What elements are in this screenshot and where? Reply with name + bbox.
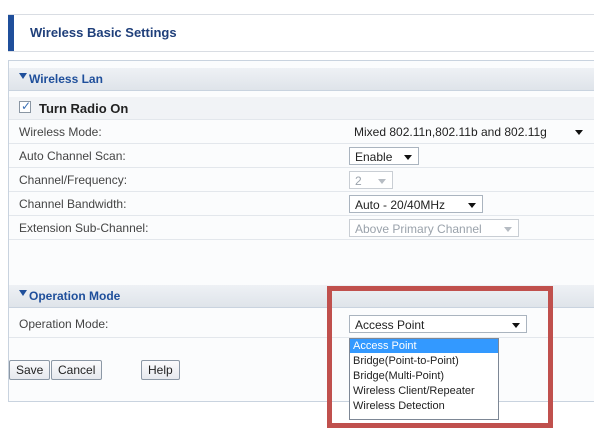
turn-radio-on-checkbox[interactable]: ✓ [19,99,32,113]
wireless-lan-section-title: Wireless Lan [29,72,103,86]
wireless-mode-select[interactable]: Mixed 802.11n,802.11b and 802.11g [349,123,589,141]
chevron-down-icon [575,130,583,135]
wireless-mode-row: Wireless Mode: Mixed 802.11n,802.11b and… [9,121,594,144]
turn-radio-on-label: Turn Radio On [39,101,129,116]
channel-frequency-value: 2 [355,174,362,188]
triangle-down-icon [19,290,27,296]
extension-sub-channel-select[interactable]: Above Primary Channel [349,219,519,237]
operation-mode-label: Operation Mode: [19,317,109,331]
wireless-mode-value: Mixed 802.11n,802.11b and 802.11g [354,125,547,139]
auto-channel-scan-label: Auto Channel Scan: [19,149,126,163]
auto-channel-scan-value: Enable [355,150,393,164]
extension-sub-channel-label: Extension Sub-Channel: [19,221,149,235]
chevron-down-icon [378,179,386,184]
auto-channel-scan-select[interactable]: Enable [349,147,419,165]
extension-sub-channel-row: Extension Sub-Channel: Above Primary Cha… [9,217,594,240]
triangle-down-icon [19,73,27,79]
page-header: Wireless Basic Settings [8,14,594,52]
wireless-lan-section-header[interactable]: Wireless Lan [9,68,594,91]
extension-sub-channel-value: Above Primary Channel [355,222,482,236]
auto-channel-scan-row: Auto Channel Scan: Enable [9,145,594,168]
chevron-down-icon [468,203,476,208]
help-button[interactable]: Help [141,360,180,380]
header-accent-bar [8,15,14,51]
operation-mode-section-title: Operation Mode [29,289,121,303]
wireless-mode-label: Wireless Mode: [19,125,102,139]
save-button[interactable]: Save [9,360,51,380]
channel-bandwidth-select[interactable]: Auto - 20/40MHz [349,195,483,213]
channel-frequency-select[interactable]: 2 [349,171,393,189]
channel-bandwidth-row: Channel Bandwidth: Auto - 20/40MHz [9,193,594,216]
turn-radio-on-row: ✓ Turn Radio On [9,97,594,120]
page-title: Wireless Basic Settings [30,25,177,40]
channel-frequency-row: Channel/Frequency: 2 [9,169,594,192]
chevron-down-icon [404,155,412,160]
cancel-button[interactable]: Cancel [51,360,103,380]
channel-frequency-label: Channel/Frequency: [19,173,128,187]
channel-bandwidth-value: Auto - 20/40MHz [355,198,446,212]
channel-bandwidth-label: Channel Bandwidth: [19,197,127,211]
annotation-highlight-box [327,286,553,428]
checkmark-icon: ✓ [21,99,32,113]
chevron-down-icon [504,227,512,232]
